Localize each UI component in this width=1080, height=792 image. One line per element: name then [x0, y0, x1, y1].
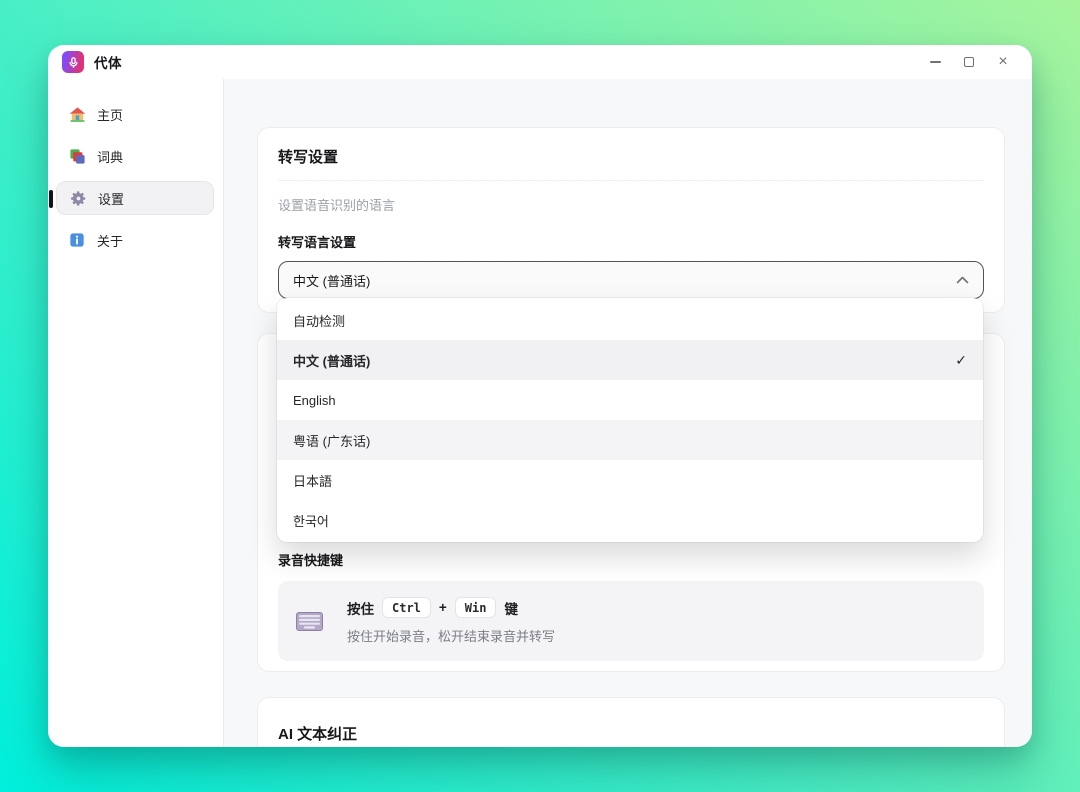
- card-title: 转写设置: [278, 146, 984, 181]
- option-auto-detect[interactable]: 自动检测: [277, 300, 983, 340]
- microphone-icon: [67, 56, 80, 69]
- key-ctrl: Ctrl: [383, 598, 430, 617]
- key-win: Win: [456, 598, 496, 617]
- sidebar-item-label: 主页: [97, 105, 123, 124]
- selected-indicator: [49, 190, 53, 208]
- dictionary-icon: [68, 147, 86, 165]
- option-cantonese[interactable]: 粤语 (广东话): [277, 420, 983, 460]
- app-logo-icon: [62, 51, 84, 73]
- maximize-button[interactable]: [960, 53, 978, 71]
- option-label: English: [293, 393, 336, 408]
- card-title: AI 文本纠正: [278, 723, 984, 744]
- option-label: 自动检测: [293, 311, 345, 330]
- sidebar-item-label: 词典: [97, 147, 123, 166]
- language-dropdown-popup: 自动检测 中文 (普通话) ✓ English 粤语 (广东话) 日本語 한국어: [277, 298, 983, 542]
- hotkey-plus: +: [439, 600, 447, 615]
- gear-icon: [69, 189, 87, 207]
- hotkey-hint: 按住开始录音，松开结束录音并转写: [347, 626, 555, 645]
- card-description: 设置语音识别的语言: [278, 195, 984, 214]
- transcription-settings-card: 转写设置 设置语音识别的语言 转写语言设置 中文 (普通话): [257, 127, 1005, 313]
- sidebar-item-label: 设置: [98, 189, 124, 208]
- option-korean[interactable]: 한국어: [277, 500, 983, 540]
- sidebar-item-about[interactable]: 关于: [56, 223, 214, 257]
- hotkey-suffix: 键: [504, 598, 518, 618]
- keyboard-icon: [296, 612, 323, 631]
- option-label: 粤语 (广东话): [293, 431, 370, 450]
- option-label: 한국어: [293, 511, 329, 530]
- hotkey-box: 按住 Ctrl + Win 键 按住开始录音，松开结束录音并转写: [278, 581, 984, 661]
- option-english[interactable]: English: [277, 380, 983, 420]
- minimize-button[interactable]: [926, 53, 944, 71]
- language-select-value: 中文 (普通话): [293, 271, 370, 290]
- hotkey-label: 录音快捷键: [278, 550, 984, 569]
- sidebar-item-dictionary[interactable]: 词典: [56, 139, 214, 173]
- option-japanese[interactable]: 日本語: [277, 460, 983, 500]
- titlebar: 代体 ×: [48, 45, 1032, 79]
- option-chinese-mandarin[interactable]: 中文 (普通话) ✓: [277, 340, 983, 380]
- option-label: 日本語: [293, 471, 332, 490]
- sidebar-item-home[interactable]: 主页: [56, 97, 214, 131]
- maximize-icon: [964, 57, 974, 67]
- sidebar-item-settings[interactable]: 设置: [56, 181, 214, 215]
- hotkey-prefix: 按住: [347, 598, 374, 618]
- sidebar: 主页 词典: [48, 79, 224, 747]
- check-icon: ✓: [955, 352, 967, 369]
- option-label: 中文 (普通话): [293, 351, 370, 370]
- sidebar-item-label: 关于: [97, 231, 123, 250]
- app-title: 代体: [94, 52, 122, 72]
- window-controls: ×: [926, 53, 1018, 71]
- app-window: 代体 × 主页: [48, 45, 1032, 747]
- info-icon: [68, 231, 86, 249]
- language-select[interactable]: 中文 (普通话): [278, 261, 984, 299]
- close-button[interactable]: ×: [994, 53, 1012, 71]
- minimize-icon: [930, 61, 941, 63]
- hotkey-text-block: 按住 Ctrl + Win 键 按住开始录音，松开结束录音并转写: [347, 598, 555, 645]
- language-field-label: 转写语言设置: [278, 232, 984, 251]
- ai-correction-card: AI 文本纠正: [257, 697, 1005, 747]
- hotkey-combo: 按住 Ctrl + Win 键: [347, 598, 555, 618]
- chevron-up-icon: [956, 276, 969, 284]
- home-icon: [68, 105, 86, 123]
